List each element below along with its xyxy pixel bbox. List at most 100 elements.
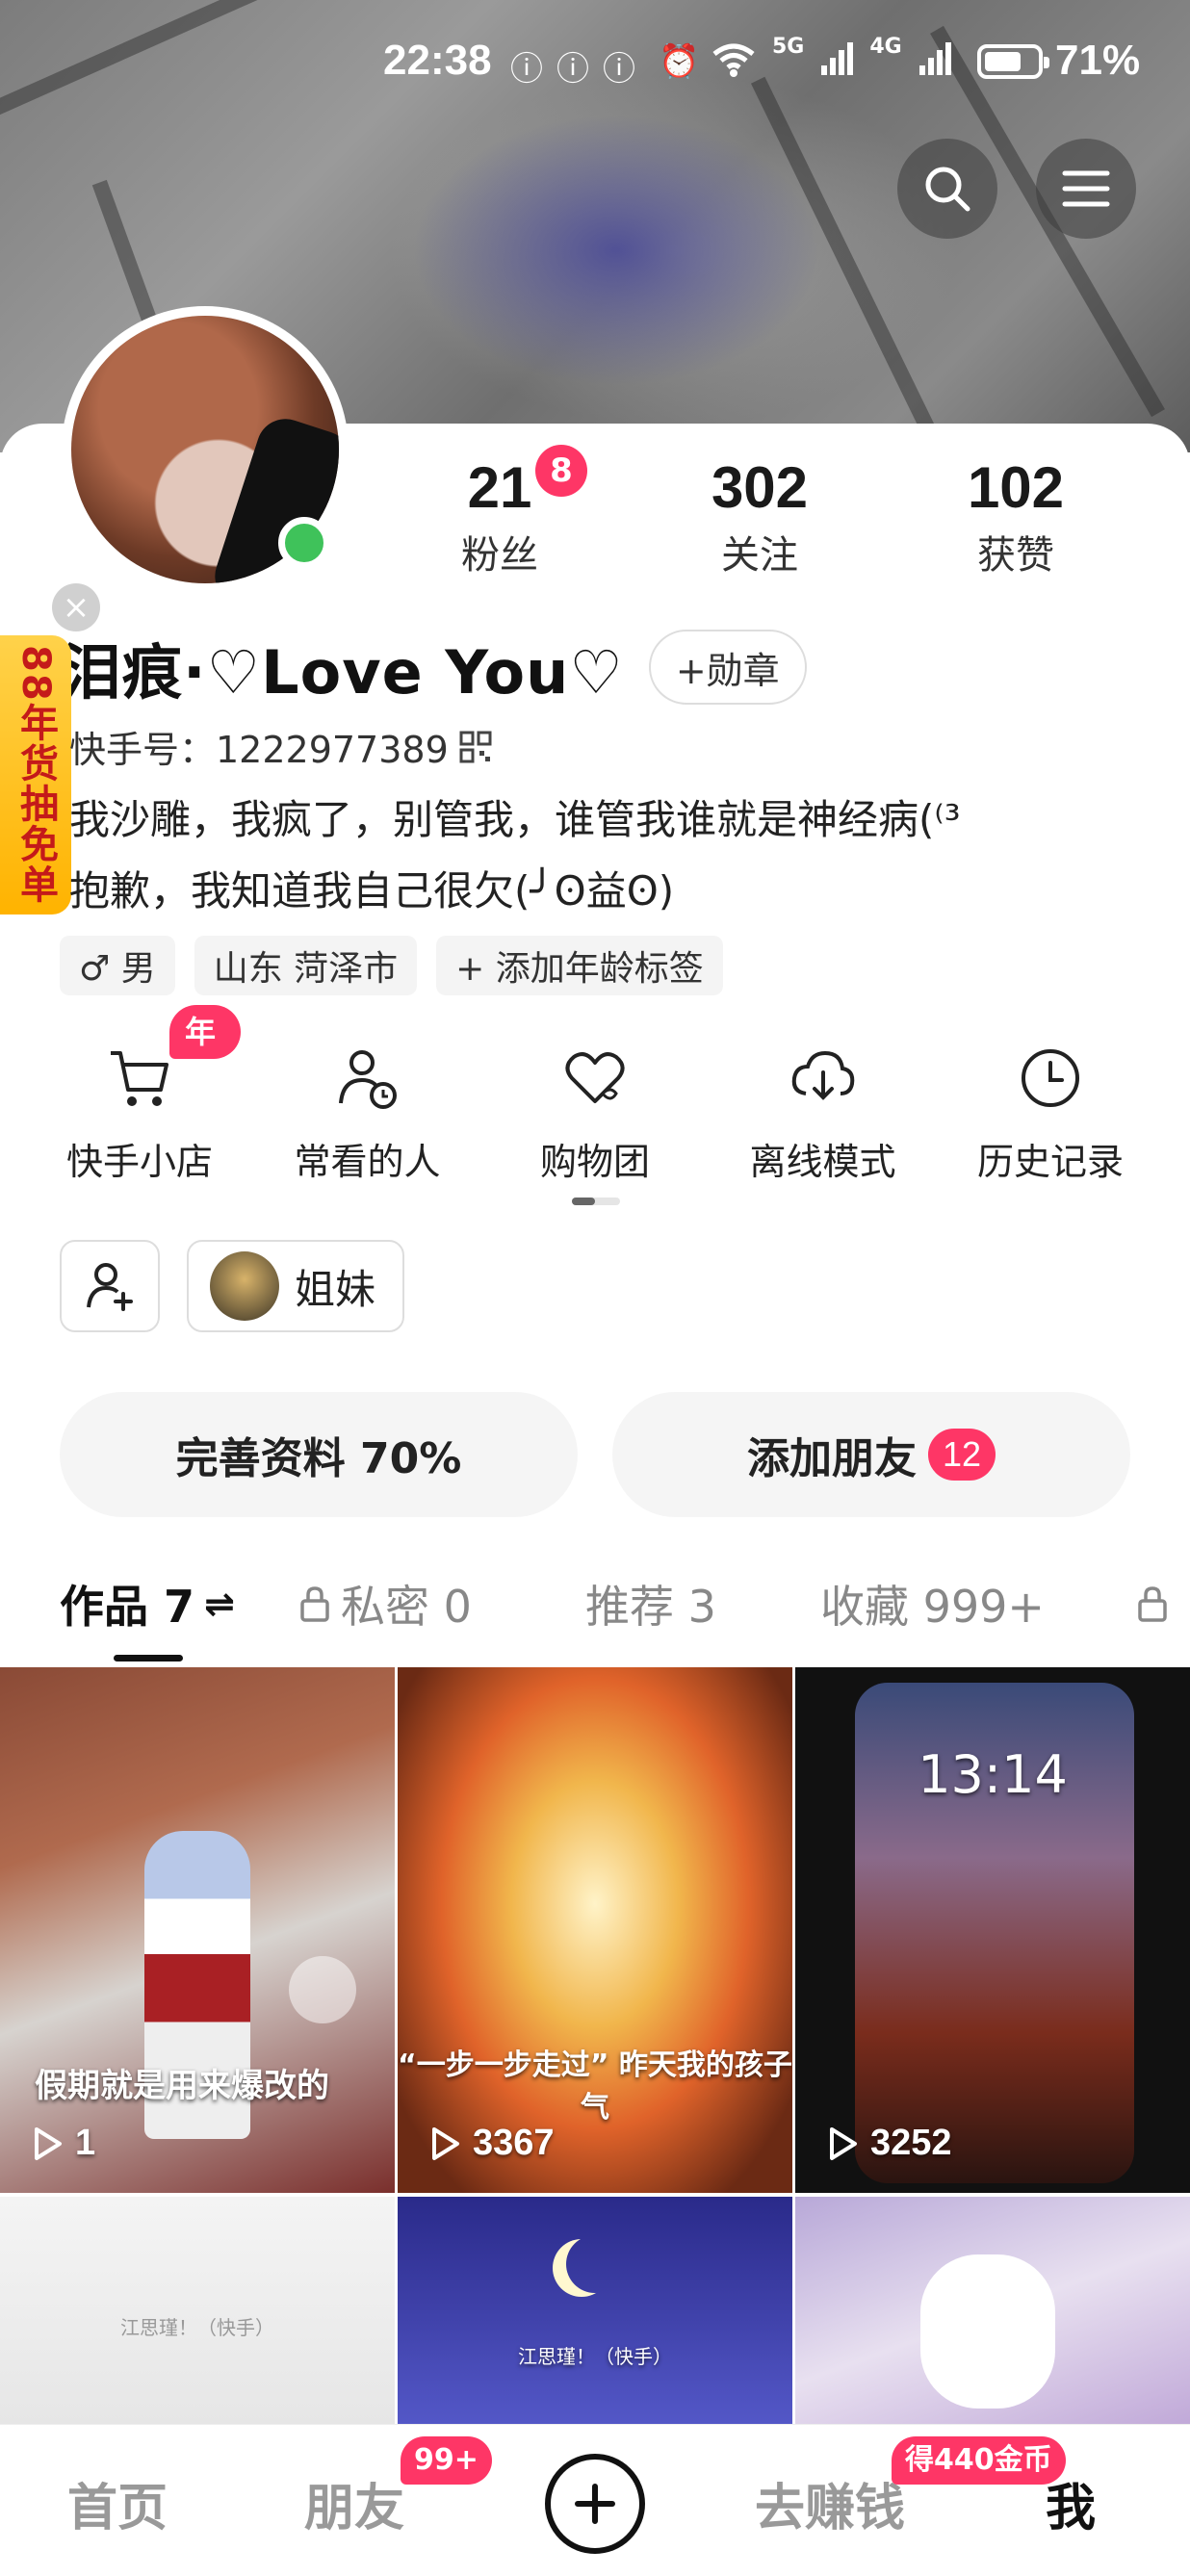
bottom-nav: 首页 朋友 99+ 去赚钱 得440金币 我 bbox=[0, 2424, 1190, 2576]
notification-icon: ⓘ bbox=[510, 50, 543, 89]
tab-label: 私密 0 bbox=[341, 1581, 472, 1633]
tool-label: 历史记录 bbox=[976, 1141, 1124, 1183]
status-time: 22:38 bbox=[383, 37, 492, 84]
tab-favorites[interactable]: 收藏 999+ bbox=[820, 1565, 1045, 1642]
play-icon bbox=[35, 2126, 62, 2160]
add-friends-button[interactable]: 添加朋友 12 bbox=[612, 1392, 1130, 1517]
video-caption: “一步一步走过” 昨天我的孩子气 bbox=[398, 2048, 792, 2125]
account-id-row[interactable]: 快手号：1222977389 bbox=[69, 720, 493, 773]
lock-icon bbox=[300, 1586, 329, 1622]
tab-recommended[interactable]: 推荐 3 bbox=[585, 1565, 716, 1642]
video-caption: 江思瑾！（快手） bbox=[120, 2316, 274, 2339]
stat-likes[interactable]: 102 获赞 bbox=[924, 454, 1107, 580]
tool-label: 离线模式 bbox=[749, 1141, 896, 1183]
notification-icon: ⓘ bbox=[603, 50, 635, 89]
play-icon bbox=[432, 2126, 459, 2160]
nav-earn[interactable]: 去赚钱 bbox=[755, 2467, 905, 2539]
video-thumb[interactable]: 假期就是用来爆改的 1 bbox=[0, 1667, 395, 2193]
status-bar: 22:38 ⓘ ⓘ ⓘ ⏰ 5G 4G 71% bbox=[0, 35, 1190, 94]
nav-home[interactable]: 首页 bbox=[67, 2467, 168, 2539]
search-button[interactable] bbox=[897, 139, 997, 239]
stat-value: 102 bbox=[967, 455, 1065, 520]
tab-works[interactable]: 作品 7 ⇌ bbox=[60, 1565, 235, 1642]
bio-line: 我沙雕，我疯了，别管我，谁管我谁就是神经病(⁽³ bbox=[69, 796, 961, 843]
tool-frequent-people[interactable]: 常看的人 bbox=[267, 1040, 469, 1185]
tool-shopping-group[interactable]: 购物团 bbox=[494, 1040, 696, 1185]
video-thumb[interactable] bbox=[795, 2197, 1190, 2428]
signal-bars-icon bbox=[819, 40, 854, 88]
tag-text: + 添加年龄标签 bbox=[455, 949, 704, 989]
signal-5g: 5G bbox=[772, 35, 805, 59]
tag-add-age[interactable]: + 添加年龄标签 bbox=[436, 936, 723, 995]
group-name: 姐妹 bbox=[295, 1265, 376, 1313]
close-icon[interactable]: × bbox=[52, 583, 100, 631]
complete-profile-button[interactable]: 完善资料 70% bbox=[60, 1392, 578, 1517]
video-thumb[interactable]: 江思瑾！（快手） bbox=[0, 2197, 395, 2428]
video-caption: 江思瑾！（快手） bbox=[518, 2345, 672, 2368]
tag-text: 山东 菏泽市 bbox=[213, 949, 399, 989]
battery-percent: 71% bbox=[1055, 37, 1141, 84]
tab-label: 推荐 3 bbox=[585, 1581, 716, 1633]
tag-location[interactable]: 山东 菏泽市 bbox=[194, 936, 418, 995]
network-indicators: 5G 4G bbox=[711, 35, 952, 88]
active-tab-underline bbox=[114, 1655, 183, 1662]
create-button[interactable] bbox=[545, 2454, 645, 2554]
tab-more-locked[interactable] bbox=[1136, 1565, 1169, 1642]
bio-line: 抱歉，我知道我自己很欠(╯ʘ益ʘ) bbox=[69, 867, 675, 914]
profile-name: 泪痕·♡Love You♡ bbox=[62, 637, 624, 708]
add-friend-button[interactable] bbox=[60, 1240, 160, 1332]
nav-friends[interactable]: 朋友 bbox=[304, 2467, 404, 2539]
clock-icon bbox=[1012, 1040, 1089, 1117]
plus-icon bbox=[575, 2484, 615, 2524]
account-id: 快手号：1222977389 bbox=[69, 729, 449, 771]
stat-label: 获赞 bbox=[977, 533, 1054, 578]
play-icon bbox=[830, 2126, 857, 2160]
video-thumb[interactable]: “一步一步走过” 昨天我的孩子气 3367 bbox=[398, 1667, 792, 2193]
moon-icon bbox=[566, 2235, 624, 2293]
tool-shop[interactable]: 快手小店 年货 bbox=[39, 1005, 241, 1185]
stat-label: 关注 bbox=[721, 533, 798, 578]
medal-button[interactable]: +勋章 bbox=[648, 630, 807, 705]
cloud-download-icon bbox=[785, 1040, 862, 1117]
new-followers-badge: 8 bbox=[535, 445, 587, 497]
tool-label: 快手小店 bbox=[65, 1141, 213, 1183]
video-thumb[interactable]: 13:14 3252 bbox=[795, 1667, 1190, 2193]
tab-label: 作品 7 bbox=[60, 1581, 195, 1633]
tag-text: ♂ 男 bbox=[79, 949, 156, 989]
earn-badge: 得440金币 bbox=[892, 2436, 1066, 2485]
group-chip[interactable]: 姐妹 bbox=[187, 1240, 405, 1332]
add-friends-count: 12 bbox=[928, 1429, 996, 1481]
add-friends-label: 添加朋友 bbox=[747, 1434, 917, 1483]
menu-button[interactable] bbox=[1036, 139, 1136, 239]
tool-badge: 年货 bbox=[169, 1005, 241, 1104]
tab-private[interactable]: 私密 0 bbox=[298, 1565, 472, 1642]
tool-history[interactable]: 历史记录 bbox=[949, 1040, 1151, 1185]
stat-value: 302 bbox=[711, 455, 809, 520]
notification-icons: ⓘ ⓘ ⓘ ⏰ bbox=[510, 42, 699, 90]
complete-profile-label: 完善资料 70% bbox=[175, 1434, 462, 1483]
tool-label: 常看的人 bbox=[294, 1141, 441, 1183]
video-thumb[interactable]: 江思瑾！（快手） bbox=[398, 2197, 792, 2428]
signal-bars-icon bbox=[918, 40, 952, 88]
stat-following[interactable]: 302 关注 bbox=[668, 454, 851, 580]
play-count: 1 bbox=[33, 2123, 95, 2164]
play-count-value: 3367 bbox=[473, 2123, 555, 2163]
heart-group-icon bbox=[556, 1040, 634, 1117]
name-row: 泪痕·♡Love You♡ +勋章 bbox=[62, 624, 807, 710]
play-count-value: 1 bbox=[75, 2123, 96, 2163]
qr-code-icon bbox=[459, 731, 492, 762]
tools-scroll-indicator bbox=[572, 1198, 620, 1205]
tool-offline-mode[interactable]: 离线模式 bbox=[722, 1040, 924, 1185]
swap-icon: ⇌ bbox=[204, 1583, 235, 1625]
nav-me[interactable]: 我 bbox=[1046, 2467, 1096, 2539]
notification-icon: ⓘ bbox=[556, 50, 589, 89]
play-count: 3252 bbox=[828, 2123, 952, 2164]
promo-tab[interactable]: 88年货抽免单 bbox=[0, 635, 71, 914]
quick-tools: 快手小店 年货 常看的人 购物团 离线模式 历史记录 bbox=[39, 1005, 1151, 1185]
bio[interactable]: 我沙雕，我疯了，别管我，谁管我谁就是神经病(⁽³ 抱歉，我知道我自己很欠(╯ʘ益… bbox=[69, 785, 961, 927]
tag-gender[interactable]: ♂ 男 bbox=[60, 936, 175, 995]
battery-icon bbox=[977, 44, 1049, 79]
video-caption: 13:14 bbox=[918, 1744, 1068, 1805]
online-status-dot bbox=[278, 517, 330, 569]
search-icon bbox=[925, 167, 970, 212]
